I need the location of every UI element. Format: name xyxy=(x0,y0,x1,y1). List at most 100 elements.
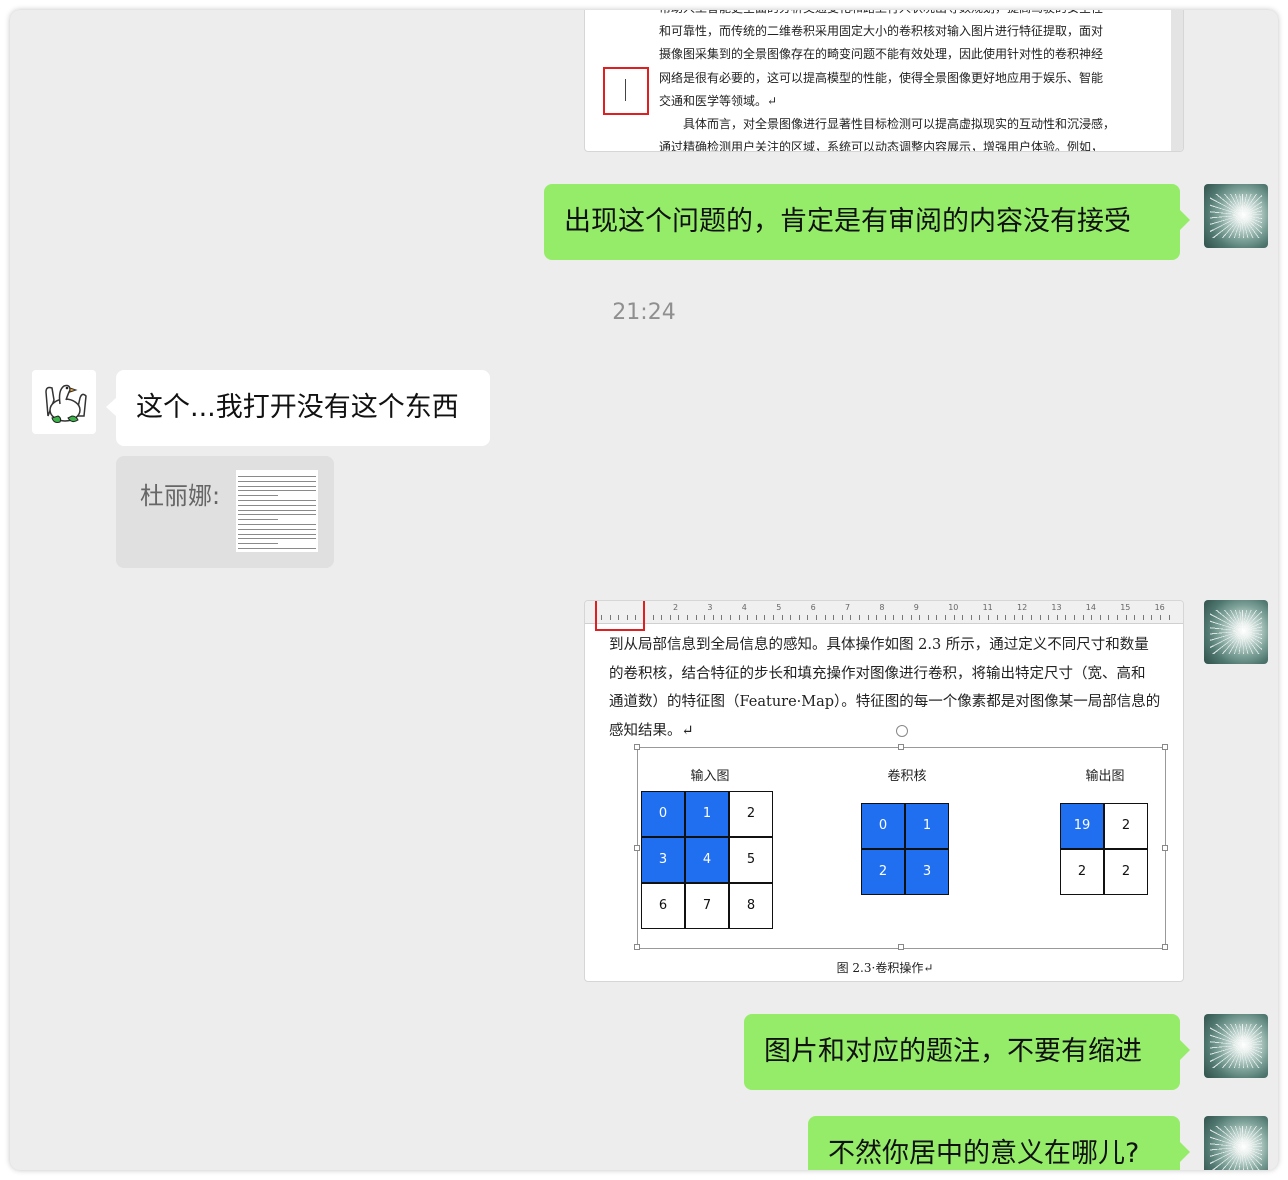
ruler-tick xyxy=(798,615,800,620)
ruler-tick xyxy=(988,615,989,620)
ruler-tick xyxy=(1142,615,1144,620)
doc-text-line: 通道数）的特征图（Feature·Map）。特征图的每一个像素都是对图像某一局部… xyxy=(609,694,1161,710)
ruler: 2 3 4 5 6 7 8 9 10 11 12 13 14 15 16 xyxy=(585,601,1183,624)
thumbnail-text-line xyxy=(238,495,278,497)
ruler-tick xyxy=(773,615,774,620)
ruler-number: 10 xyxy=(948,603,959,612)
ruler-tick xyxy=(979,615,981,620)
resize-handle[interactable] xyxy=(634,845,640,851)
self-avatar[interactable] xyxy=(1204,1014,1268,1078)
resize-handle[interactable] xyxy=(898,944,904,950)
resize-handle[interactable] xyxy=(1162,944,1168,950)
ruler-number: 16 xyxy=(1154,603,1165,612)
scrollbar[interactable] xyxy=(1171,10,1183,151)
ruler-tick xyxy=(704,615,706,620)
doc-text-line: 帮助人工智能更全面的分析交通变化和路上行人状况出等数规划，提高驾驶的安全性 xyxy=(659,10,1103,16)
ruler-tick xyxy=(1039,615,1041,620)
ruler-tick xyxy=(850,615,852,620)
ruler-tick xyxy=(669,615,671,620)
document-screenshot-figure[interactable]: 2 3 4 5 6 7 8 9 10 11 12 13 14 15 16 到从局部信息到全局信息的感知。具体… xyxy=(584,600,1184,982)
ruler-tick xyxy=(1065,615,1067,620)
grid-cell: 2 xyxy=(729,791,773,837)
thumbnail-text-line xyxy=(238,504,316,506)
message-bubble-received[interactable]: 这个...我打开没有这个东西 xyxy=(106,370,490,446)
ruler-tick xyxy=(661,615,663,620)
doc-text-line: 网络是很有必要的，这可以提高模型的性能，使得全景图像更好地应用于娱乐、智能 xyxy=(659,70,1104,85)
resize-handle[interactable] xyxy=(1162,744,1168,750)
ruler-tick xyxy=(747,615,749,620)
kernel-grid-label: 卷积核 xyxy=(887,769,927,784)
ruler-number: 7 xyxy=(845,603,851,612)
ruler-tick xyxy=(1108,615,1110,620)
ruler-tick xyxy=(996,615,998,620)
goose-icon xyxy=(32,370,96,434)
highlight-box xyxy=(603,67,649,115)
rotate-handle-icon[interactable] xyxy=(896,725,908,737)
output-grid-label: 输出图 xyxy=(1085,769,1125,784)
thumbnail-text-line xyxy=(238,524,316,525)
document-screenshot-top[interactable]: 帮助人工智能更全面的分析交通变化和路上行人状况出等数规划，提高驾驶的安全性和可靠… xyxy=(584,10,1184,152)
ruler-tick xyxy=(1013,615,1015,620)
ruler-tick xyxy=(833,615,835,620)
thumbnail-text-line xyxy=(238,548,316,549)
ruler-number: 4 xyxy=(741,603,747,612)
ruler-number: 3 xyxy=(707,603,713,612)
grid-cell: 7 xyxy=(685,883,729,929)
ruler-tick xyxy=(936,615,938,620)
grid-cell: 0 xyxy=(861,803,905,849)
ruler-tick xyxy=(1125,615,1127,620)
quote-sender: 杜丽娜: xyxy=(140,482,221,510)
ruler-number: 12 xyxy=(1017,603,1028,612)
resize-handle[interactable] xyxy=(1162,845,1168,851)
message-bubble-sent[interactable]: 出现这个问题的，肯定是有审阅的内容没有接受 xyxy=(544,184,1190,260)
message-bubble-sent[interactable]: 不然你居中的意义在哪儿? xyxy=(808,1116,1190,1170)
doc-text-line: 具体而言，对全景图像进行显著性目标检测可以提高虚拟现实的互动性和沉浸感， xyxy=(683,117,1116,131)
thumbnail-text-line xyxy=(238,514,316,516)
figure-caption: 图 2.3·卷积操作↵ xyxy=(836,961,934,975)
thumbnail-text-line xyxy=(238,480,316,482)
grid-cell: 2 xyxy=(861,849,905,895)
ruler-tick xyxy=(953,615,955,620)
ruler-tick xyxy=(807,615,809,620)
ruler-tick xyxy=(730,615,731,620)
timestamp: 21:24 xyxy=(612,300,676,325)
grid-cell: 19 xyxy=(1060,803,1104,849)
self-avatar[interactable] xyxy=(1204,600,1268,664)
ruler-tick xyxy=(1117,615,1118,620)
ruler-number: 5 xyxy=(776,603,782,612)
ruler-tick xyxy=(712,615,714,620)
doc-text-line: 通过精确检测用户关注的区域，系统可以动态调整内容展示，增强用户体验。例如， xyxy=(659,140,1104,152)
thumbnail-text-line xyxy=(238,509,316,511)
self-avatar[interactable] xyxy=(1204,1116,1268,1170)
ruler-tick xyxy=(1031,615,1032,620)
ruler-tick xyxy=(816,615,817,620)
quoted-message[interactable]: 杜丽娜: xyxy=(116,456,334,568)
resize-handle[interactable] xyxy=(634,744,640,750)
doc-text-line: 交通和医学等领域。↵ xyxy=(659,93,778,108)
resize-handle[interactable] xyxy=(634,944,640,950)
contact-avatar[interactable] xyxy=(32,370,96,434)
ruler-number: 2 xyxy=(673,603,679,612)
ruler-number: 11 xyxy=(982,603,993,612)
doc-text-line: 的卷积核，结合特征的步长和填充操作对图像进行卷积，将输出特定尺寸（宽、高和 xyxy=(609,665,1146,682)
ruler-tick xyxy=(764,615,766,620)
ruler-tick xyxy=(790,615,792,620)
resize-handle[interactable] xyxy=(898,744,904,750)
ruler-tick xyxy=(1022,615,1024,620)
grid-cell: 0 xyxy=(641,791,685,837)
ruler-number: 14 xyxy=(1085,603,1096,612)
ruler-tick xyxy=(1005,615,1007,620)
ruler-tick xyxy=(893,615,895,620)
thumbnail-text-line xyxy=(238,485,316,487)
ruler-tick xyxy=(1091,615,1093,620)
ruler-tick xyxy=(876,615,878,620)
ruler-tick xyxy=(910,615,912,620)
ruler-tick xyxy=(1074,615,1075,620)
grid-cell: 1 xyxy=(905,803,949,849)
thumbnail-text-line xyxy=(238,476,316,477)
message-bubble-sent[interactable]: 图片和对应的题注，不要有缩进 xyxy=(744,1014,1190,1090)
quote-thumbnail[interactable] xyxy=(236,470,318,552)
ruler-tick xyxy=(962,615,964,620)
self-avatar[interactable] xyxy=(1204,184,1268,248)
grid-cell: 8 xyxy=(729,883,773,929)
